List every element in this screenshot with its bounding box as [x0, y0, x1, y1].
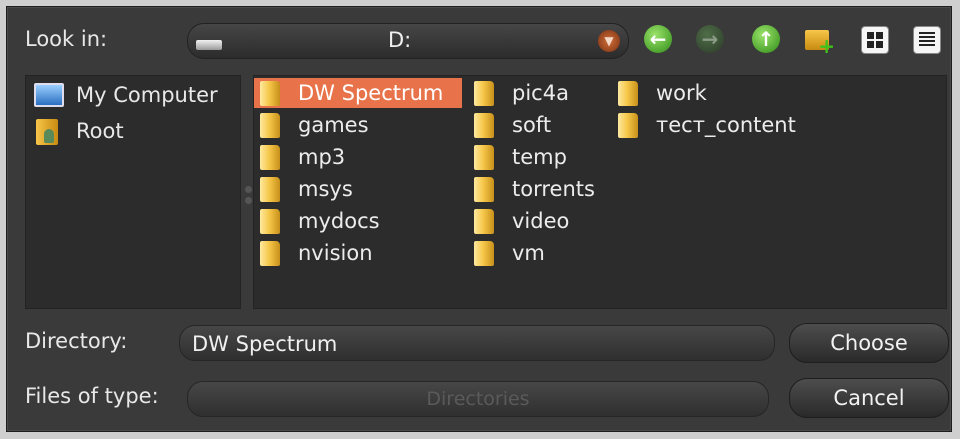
folder-icon	[260, 113, 280, 138]
list-item[interactable]: vm	[468, 238, 608, 268]
folder-icon	[474, 177, 494, 202]
places-sidebar: My Computer Root	[25, 75, 241, 309]
folder-icon	[260, 177, 280, 202]
directory-field-frame	[179, 325, 775, 361]
file-dialog: Look in: D: ▼ ← → ↑ My Computer	[6, 6, 952, 432]
folder-icon	[260, 145, 280, 170]
directory-label: Directory:	[25, 329, 128, 353]
folder-icon	[474, 81, 494, 106]
folder-icon	[474, 209, 494, 234]
choose-button[interactable]: Choose	[789, 323, 949, 363]
folder-icon	[260, 81, 280, 106]
files-of-type-label: Files of type:	[25, 384, 159, 408]
grid-view-icon	[861, 26, 889, 54]
back-button[interactable]: ←	[641, 22, 675, 56]
folder-icon	[474, 145, 494, 170]
list-item[interactable]: pic4a	[468, 78, 608, 108]
folder-icon	[618, 113, 638, 138]
file-list: DW Spectrum games mp3 msys mydocs nvisio…	[253, 75, 947, 309]
files-of-type-select[interactable]: Directories	[187, 381, 769, 417]
arrow-left-icon: ←	[644, 25, 672, 53]
list-item[interactable]: games	[254, 110, 462, 140]
new-folder-button[interactable]	[801, 22, 835, 58]
chevron-down-icon[interactable]: ▼	[598, 30, 620, 52]
folder-icon	[474, 241, 494, 266]
directory-input[interactable]	[190, 329, 754, 359]
folder-icon	[618, 81, 638, 106]
forward-button[interactable]: →	[693, 22, 727, 56]
list-view-icon	[913, 26, 941, 54]
list-item[interactable]: msys	[254, 174, 462, 204]
user-folder-icon	[36, 119, 58, 145]
icon-view-button[interactable]	[857, 22, 891, 56]
list-item[interactable]: тест_content	[612, 110, 832, 140]
folder-icon	[260, 241, 280, 266]
list-item[interactable]: mp3	[254, 142, 462, 172]
list-item[interactable]: temp	[468, 142, 608, 172]
toolbar: Look in: D: ▼ ← → ↑	[7, 19, 951, 59]
arrow-right-icon: →	[696, 25, 724, 53]
splitter-handle[interactable]	[245, 182, 253, 218]
new-folder-icon	[805, 30, 835, 58]
list-item[interactable]: nvision	[254, 238, 462, 268]
look-in-combobox[interactable]: D: ▼	[187, 23, 629, 59]
drive-icon	[196, 40, 222, 50]
list-item[interactable]: DW Spectrum	[254, 78, 462, 108]
folder-icon	[474, 113, 494, 138]
list-item[interactable]: torrents	[468, 174, 608, 204]
files-of-type-value: Directories	[426, 388, 530, 410]
folder-icon	[260, 209, 280, 234]
list-item[interactable]: video	[468, 206, 608, 236]
up-button[interactable]: ↑	[749, 22, 783, 56]
look-in-value: D:	[388, 28, 412, 52]
computer-icon	[34, 83, 64, 107]
sidebar-item-label: Root	[76, 119, 124, 143]
list-item[interactable]: work	[612, 78, 832, 108]
look-in-label: Look in:	[25, 27, 108, 51]
arrow-up-icon: ↑	[752, 25, 780, 53]
list-item[interactable]: soft	[468, 110, 608, 140]
list-view-button[interactable]	[909, 22, 943, 56]
list-item[interactable]: mydocs	[254, 206, 462, 236]
sidebar-item-label: My Computer	[76, 83, 218, 107]
cancel-button[interactable]: Cancel	[789, 378, 949, 418]
